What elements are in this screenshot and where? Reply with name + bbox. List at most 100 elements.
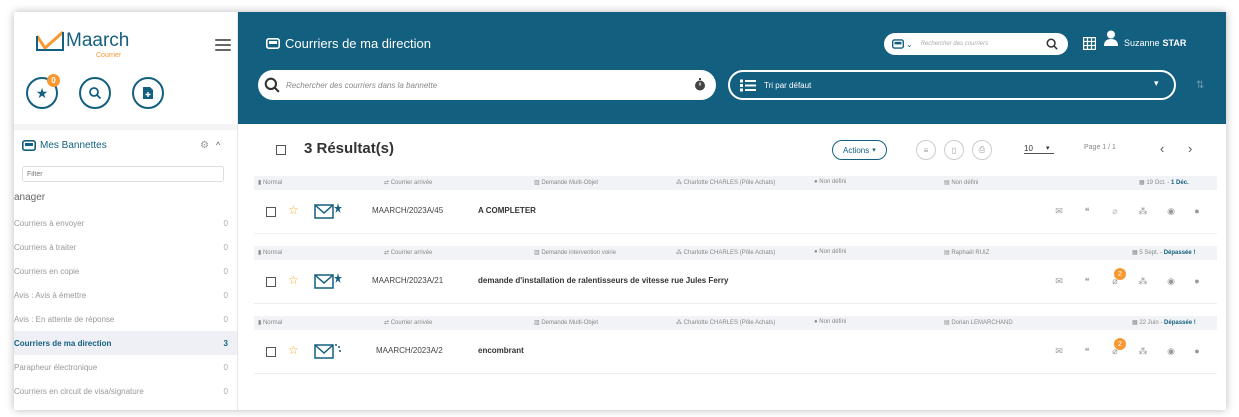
menu-toggle-icon[interactable]: [215, 39, 231, 53]
basket-search[interactable]: Rechercher des courriers dans la bannett…: [258, 70, 716, 100]
entity-text: ⁂ Charlotte CHARLES (Pôle Achats): [676, 320, 776, 326]
sort-select[interactable]: Tri par défaut ▾: [728, 70, 1176, 100]
user-menu[interactable]: Suzanne STAR: [1104, 30, 1186, 48]
sidebar: Maarch Courrier ★ 0 Mes Bannettes ⚙ ^ an…: [14, 12, 238, 410]
sidebar-item-count: 0: [223, 242, 228, 252]
chevron-down-icon[interactable]: ⌄: [906, 40, 913, 49]
sidebar-item-label: Courriers de ma direction: [14, 338, 112, 348]
row-actions: ✉ ❝ ⌀ 2 ⁂ ◉ ●: [1052, 338, 1212, 360]
list-icon: [740, 79, 756, 91]
search-icon[interactable]: [1046, 38, 1058, 50]
doctype-text: ▥ Demande Multi-Objet: [534, 180, 599, 186]
recipient-text: ▤ Dorian LEMARCHAND: [944, 320, 1013, 326]
star-icon[interactable]: ☆: [288, 203, 299, 217]
sort-order-icon[interactable]: ⇅: [1196, 80, 1204, 91]
actions-button[interactable]: Actions ▾: [832, 140, 887, 160]
results-panel: 3 Résultat(s) Actions ▾ ≡ ▯ ⎙ 10 ▾ Page 1 …: [254, 124, 1217, 410]
info-icon[interactable]: ●: [1190, 204, 1204, 218]
sidebar-item-label: Courriers à traiter: [14, 242, 77, 252]
sidebar-item[interactable]: Courriers à traiter 0: [14, 235, 237, 259]
chrono-number: MAARCH/2023A/2: [376, 346, 443, 355]
sidebar-item-label: Courriers en circuit de visa/signature: [14, 386, 144, 396]
entity-text: ⁂ Charlotte CHARLES (Pôle Achats): [676, 180, 776, 186]
export-button[interactable]: ▯: [944, 140, 964, 160]
filter-input[interactable]: [22, 166, 224, 182]
new-mail-icon: [314, 273, 342, 289]
table-row[interactable]: ☆ MAARCH/2023A/45 A COMPLETER ✉ ❝ ⌀ ⁂ ◉ …: [254, 190, 1217, 234]
collapse-icon[interactable]: ^: [216, 140, 220, 150]
star-icon[interactable]: ☆: [288, 343, 299, 357]
user-icon: [1104, 30, 1118, 46]
sidebar-item[interactable]: Avis : En attente de réponse 0: [14, 307, 237, 331]
row-meta: ▮ Normal ⇄ Courrier arrivée ▥ Demande Mu…: [254, 316, 1217, 330]
select-all-checkbox[interactable]: [276, 145, 286, 155]
sidebar-item[interactable]: Courriers en circuit de visa/signature 0: [14, 379, 237, 403]
sidebar-item-count: 0: [223, 290, 228, 300]
mail-icon[interactable]: ✉: [1052, 344, 1066, 358]
deadline-text: Dépassée !: [1164, 320, 1196, 326]
user-first-name: Suzanne: [1124, 38, 1160, 48]
attachment-icon[interactable]: ⌀: [1108, 204, 1122, 218]
table-row[interactable]: ☆ MAARCH/2023A/21 demande d'installation…: [254, 260, 1217, 304]
sidebar-item-count: 3: [223, 338, 228, 348]
notes-icon[interactable]: ❝: [1080, 344, 1094, 358]
priority-text: ▮ Normal: [258, 320, 283, 326]
doctype-text: ▥ Demande intervention voirie: [534, 250, 617, 256]
deadline-text: Dépassée !: [1163, 250, 1196, 256]
diffusion-icon[interactable]: ⁂: [1136, 204, 1150, 218]
list-view-button[interactable]: ≡: [916, 140, 936, 160]
row-checkbox[interactable]: [266, 347, 276, 357]
star-icon[interactable]: ☆: [288, 273, 299, 287]
category-text: ⇄ Courrier arrivée: [384, 320, 433, 326]
stopwatch-icon[interactable]: [694, 78, 706, 91]
eye-icon[interactable]: ◉: [1164, 274, 1178, 288]
previous-page-icon[interactable]: ‹: [1160, 141, 1164, 156]
table-row[interactable]: ☆ MAARCH/2023A/2 encombrant ✉ ❝ ⌀ 2 ⁂ ◉ …: [254, 330, 1217, 374]
basket-search-input[interactable]: Rechercher des courriers dans la bannett…: [286, 81, 437, 90]
star-icon: ★: [35, 84, 49, 101]
chrono-number: MAARCH/2023A/21: [372, 276, 444, 285]
sidebar-item-label: Avis : Avis à émettre: [14, 290, 87, 300]
row-meta: ▮ Normal ⇄ Courrier arrivée ▥ Demande in…: [254, 246, 1217, 260]
sidebar-item[interactable]: Avis : Avis à émettre 0: [14, 283, 237, 307]
eye-icon[interactable]: ◉: [1164, 204, 1178, 218]
recipient-text: ▤ Non défini: [944, 180, 979, 186]
print-button[interactable]: ⎙: [972, 140, 992, 160]
per-page-value: 10: [1024, 144, 1033, 153]
sidebar-item-active[interactable]: Courriers de ma direction 3: [14, 331, 237, 355]
notes-icon[interactable]: ❝: [1080, 274, 1094, 288]
info-icon[interactable]: ●: [1190, 274, 1204, 288]
bannettes-title: Mes Bannettes: [40, 139, 107, 151]
settings-icon[interactable]: ⚙: [200, 140, 209, 151]
search-button[interactable]: [79, 77, 111, 109]
row-checkbox[interactable]: [266, 277, 276, 287]
notes-icon[interactable]: ❝: [1080, 204, 1094, 218]
maarch-logo[interactable]: Maarch Courrier: [36, 26, 146, 62]
subject-text: encombrant: [478, 346, 524, 355]
contact-text: ● Non défini: [814, 249, 847, 255]
page-info: Page 1 / 1: [1084, 144, 1116, 151]
page-title: Courriers de ma direction: [266, 36, 431, 51]
sidebar-item[interactable]: Parapheur électronique 0: [14, 355, 237, 379]
per-page-select[interactable]: 10 ▾: [1024, 144, 1054, 154]
next-page-icon[interactable]: ›: [1188, 141, 1192, 156]
new-mail-button[interactable]: [132, 77, 164, 109]
global-search-input[interactable]: Rechercher des courriers: [921, 41, 988, 47]
diffusion-icon[interactable]: ⁂: [1136, 274, 1150, 288]
info-icon[interactable]: ●: [1190, 344, 1204, 358]
mail-draft-icon: [314, 344, 341, 359]
logo-text: Maarch: [66, 30, 130, 51]
grid-icon[interactable]: [1083, 37, 1096, 50]
sidebar-item-count: 0: [223, 218, 228, 228]
sidebar-item[interactable]: Courriers en copie 0: [14, 259, 237, 283]
global-search[interactable]: ⌄ Rechercher des courriers: [884, 33, 1068, 55]
eye-icon[interactable]: ◉: [1164, 344, 1178, 358]
sidebar-item-label: Courriers à envoyer: [14, 218, 85, 228]
sidebar-item[interactable]: Courriers à envoyer 0: [14, 211, 237, 235]
mail-icon[interactable]: ✉: [1052, 204, 1066, 218]
row-checkbox[interactable]: [266, 207, 276, 217]
mail-icon[interactable]: ✉: [1052, 274, 1066, 288]
subject-text: demande d'installation de ralentisseurs …: [478, 276, 729, 285]
diffusion-icon[interactable]: ⁂: [1136, 344, 1150, 358]
dates-text: ▦ 22 Juin - Dépassée !: [1132, 320, 1196, 326]
